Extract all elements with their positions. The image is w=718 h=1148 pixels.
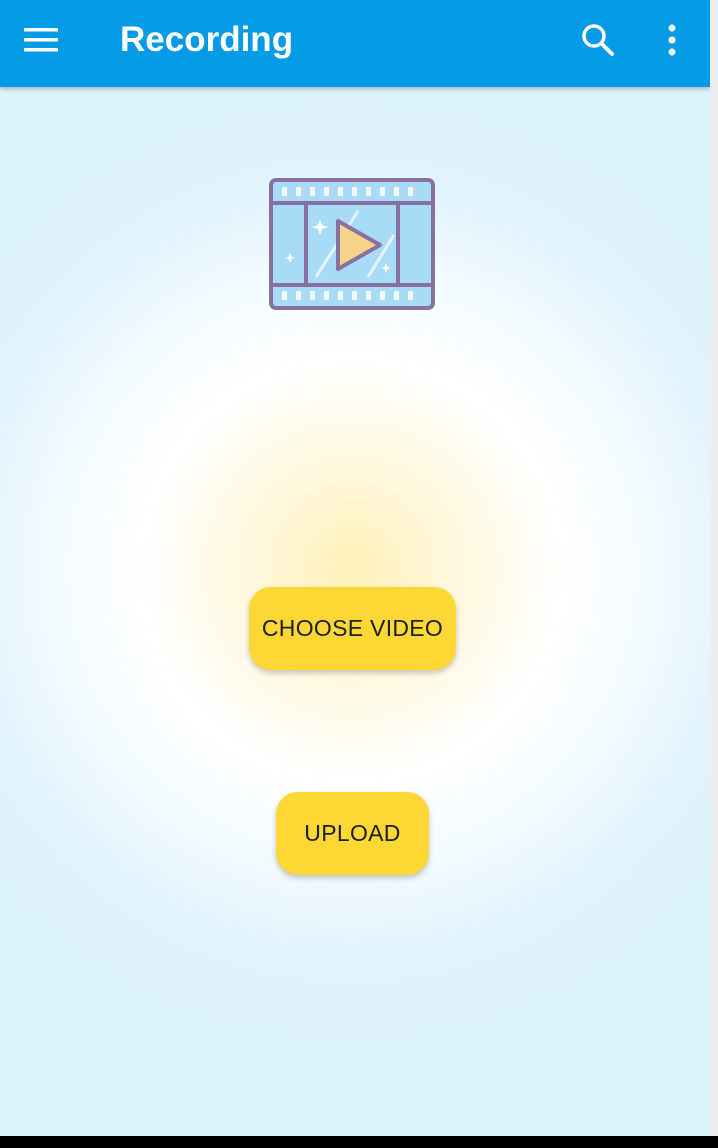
- more-vert-icon: [668, 24, 676, 56]
- app-screen: Recording CHOOSE VIDEO UPLOAD: [0, 0, 710, 1136]
- menu-button[interactable]: [16, 14, 68, 66]
- more-options-button[interactable]: [646, 14, 698, 66]
- hamburger-menu-icon: [24, 28, 58, 52]
- bottom-edge: [0, 1136, 718, 1148]
- upload-button[interactable]: UPLOAD: [276, 792, 429, 875]
- video-film-play-icon: [269, 178, 435, 310]
- screen-edge: [710, 0, 718, 1136]
- search-icon: [582, 24, 614, 56]
- app-toolbar: Recording: [0, 0, 710, 87]
- toolbar-title: Recording: [120, 20, 294, 59]
- search-button[interactable]: [572, 14, 624, 66]
- choose-video-button[interactable]: CHOOSE VIDEO: [249, 587, 456, 670]
